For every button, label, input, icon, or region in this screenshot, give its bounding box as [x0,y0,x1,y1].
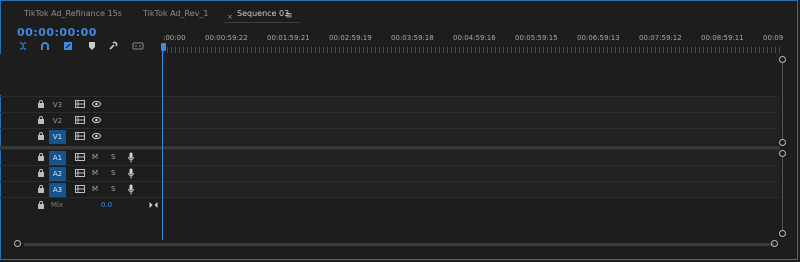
tab-menu-icon[interactable]: ≡ [285,11,293,21]
track-target-v3[interactable]: V3 [49,98,66,112]
magnet-icon[interactable] [40,41,50,51]
track-target-a2[interactable]: A2 [49,167,66,181]
solo-button[interactable]: S [111,166,115,181]
audio-scroll-top-handle[interactable] [779,150,786,157]
track-v1: V1 [0,128,780,144]
ruler-label: 00:05:59:15 [515,34,558,42]
playhead-handle[interactable] [161,43,166,51]
lock-icon[interactable] [38,201,44,209]
track-mix: Mix 0.0 [0,197,780,213]
lock-icon[interactable] [38,153,44,161]
captions-icon[interactable] [132,41,144,51]
mute-button[interactable]: M [92,150,98,165]
track-target-a3[interactable]: A3 [49,183,66,197]
lock-icon[interactable] [38,132,44,140]
ruler-label: 00:02:59:19 [329,34,372,42]
track-v3: V3 [0,96,780,112]
track-header: V3 [0,97,162,112]
active-tab-indicator [224,22,300,23]
ruler-label: 00:00:59:22 [205,34,248,42]
zoom-scrollbar-track[interactable] [24,243,774,246]
ruler-label: 00:08:59:11 [701,34,744,42]
playhead-line[interactable] [162,51,163,240]
lock-icon[interactable] [38,185,44,193]
tab-sequence-03[interactable]: Sequence 03 [237,4,289,24]
mute-button[interactable]: M [92,166,98,181]
track-a3: A3 M S [0,181,780,197]
video-scrollbar[interactable] [782,63,783,139]
audio-scrollbar[interactable] [782,157,783,230]
zoom-left-handle[interactable] [14,240,21,247]
eye-icon[interactable] [92,117,101,123]
track-a1: A1 M S [0,149,780,165]
sync-lock-icon[interactable] [75,116,85,124]
microphone-icon[interactable] [128,152,134,163]
mute-button[interactable]: M [92,182,98,197]
track-lane[interactable] [163,182,780,197]
lock-icon[interactable] [38,100,44,108]
lock-icon[interactable] [38,169,44,177]
ruler-ticks [163,47,780,53]
audio-scroll-bottom-handle[interactable] [779,230,786,237]
video-scroll-bottom-handle[interactable] [779,139,786,146]
video-scroll-top-handle[interactable] [779,56,786,63]
sync-lock-icon[interactable] [75,132,85,140]
ruler-label: :00:00 [163,34,186,42]
ruler-label: 00:01:59:21 [267,34,310,42]
sync-lock-icon[interactable] [75,185,85,193]
mix-label: Mix [51,201,64,209]
track-lane[interactable] [163,166,780,181]
track-lane[interactable] [163,97,780,112]
marker-icon[interactable] [87,41,97,51]
track-header: Mix 0.0 [0,198,162,213]
track-v2: V2 [0,112,780,128]
tab-tiktok-rev-1[interactable]: TikTok Ad_Rev_1 [143,4,208,24]
track-lane[interactable] [163,113,780,128]
track-header: A1 M S [0,150,162,165]
ruler-label: 00:09 [763,34,784,42]
track-a2: A2 M S [0,165,780,181]
sequence-tabs: TikTok Ad_Refinance 15s TikTok Ad_Rev_1 … [0,4,800,24]
wrench-icon[interactable] [108,41,118,51]
linked-selection-icon[interactable] [63,41,73,51]
microphone-icon[interactable] [128,168,134,179]
track-header: V2 [0,113,162,128]
tab-tiktok-refinance[interactable]: TikTok Ad_Refinance 15s [24,4,122,24]
ruler-label: 00:04:59:16 [453,34,496,42]
eye-icon[interactable] [92,101,101,107]
lock-icon[interactable] [38,116,44,124]
playhead-timecode[interactable]: 00:00:00:00 [17,26,97,39]
track-target-a1[interactable]: A1 [49,151,66,165]
zoom-right-handle[interactable] [771,240,778,247]
sync-lock-icon[interactable] [75,100,85,108]
track-header: V1 [0,129,162,144]
track-header: A2 M S [0,166,162,181]
sync-lock-icon[interactable] [75,153,85,161]
track-lane[interactable] [163,150,780,165]
ruler-label: 00:06:59:13 [577,34,620,42]
ruler-label: 00:03:59:18 [391,34,434,42]
track-header: A3 M S [0,182,162,197]
eye-icon[interactable] [92,133,101,139]
solo-button[interactable]: S [111,150,115,165]
ruler-label: 00:07:59:12 [639,34,682,42]
snap-icon[interactable] [18,41,28,51]
go-to-end-icon[interactable] [149,201,158,209]
track-target-v2[interactable]: V2 [49,114,66,128]
microphone-icon[interactable] [128,184,134,195]
sync-lock-icon[interactable] [75,169,85,177]
close-tab-icon[interactable]: × [227,13,233,21]
solo-button[interactable]: S [111,182,115,197]
track-lane[interactable] [163,129,780,144]
zoom-scrollbar[interactable] [14,239,784,249]
video-track-area-empty[interactable] [0,54,780,95]
track-target-v1[interactable]: V1 [49,130,66,144]
mix-volume-value[interactable]: 0.0 [101,198,112,213]
